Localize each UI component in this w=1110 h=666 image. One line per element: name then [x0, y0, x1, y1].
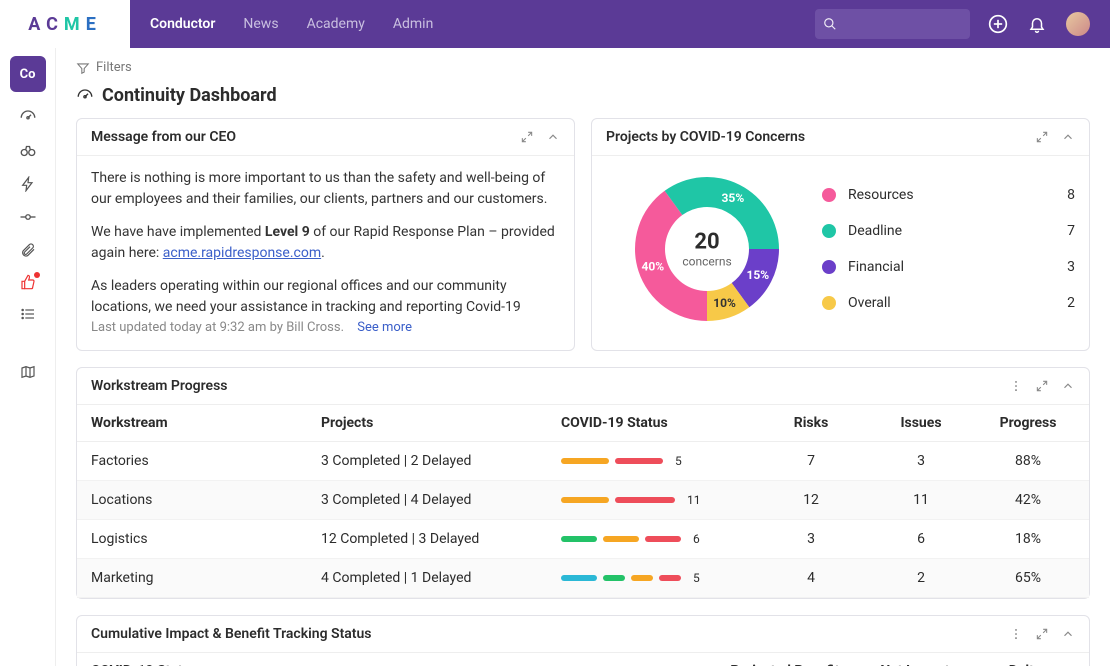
chevron-up-icon[interactable]: [1061, 627, 1075, 641]
nav-conductor[interactable]: Conductor: [150, 16, 215, 32]
legend-item: Resources8: [822, 177, 1075, 213]
legend-item: Deadline7: [822, 213, 1075, 249]
card-title: Message from our CEO: [91, 129, 508, 145]
thumbs-up-icon[interactable]: [20, 274, 36, 290]
concerns-chart-card: Projects by COVID-19 Concerns 40% 35% 15% 1…: [591, 118, 1090, 351]
binoculars-icon[interactable]: [19, 142, 37, 160]
nav-admin[interactable]: Admin: [393, 16, 433, 32]
top-nav: Conductor News Academy Admin: [150, 16, 433, 32]
expand-icon[interactable]: [1035, 379, 1049, 393]
message-footer: Last updated today at 9:32 am by Bill Cr…: [77, 320, 574, 347]
svg-text:35%: 35%: [722, 191, 745, 205]
filter-icon: [76, 61, 90, 75]
add-button[interactable]: [988, 14, 1008, 34]
card-title: Cumulative Impact & Benefit Tracking Sta…: [91, 626, 997, 642]
bell-icon[interactable]: [1028, 15, 1046, 33]
message-body: There is nothing is more important to us…: [77, 156, 574, 320]
more-icon[interactable]: [1009, 379, 1023, 393]
main-area: Filters Continuity Dashboard Message fro…: [56, 48, 1110, 666]
paperclip-icon[interactable]: [20, 242, 36, 258]
filters-button[interactable]: Filters: [76, 60, 1090, 75]
map-icon[interactable]: [20, 364, 36, 380]
expand-icon[interactable]: [520, 130, 534, 144]
card-title: Workstream Progress: [91, 378, 997, 394]
search-input[interactable]: [815, 9, 970, 39]
svg-text:10%: 10%: [713, 296, 736, 310]
chart-legend: Resources8Deadline7Financial3Overall2: [822, 177, 1075, 321]
see-more-link[interactable]: See more: [357, 320, 412, 335]
donut-chart: 40%35%15%10% 20 concerns: [622, 164, 792, 334]
expand-icon[interactable]: [1035, 130, 1049, 144]
chevron-up-icon[interactable]: [1061, 130, 1075, 144]
impact-card: Cumulative Impact & Benefit Tracking Sta…: [76, 615, 1090, 666]
chevron-up-icon[interactable]: [546, 130, 560, 144]
expand-icon[interactable]: [1035, 627, 1049, 641]
left-rail: Co: [0, 48, 56, 666]
nav-news[interactable]: News: [243, 16, 278, 32]
chevron-up-icon[interactable]: [1061, 379, 1075, 393]
impact-header: COVID-19 Status Projected Benefit Net Im…: [77, 653, 1089, 666]
card-title: Projects by COVID-19 Concerns: [606, 129, 1023, 145]
nav-academy[interactable]: Academy: [307, 16, 365, 32]
bolt-icon[interactable]: [20, 176, 36, 192]
search-icon: [823, 17, 837, 31]
top-bar: ACME Conductor News Academy Admin: [0, 0, 1110, 48]
avatar[interactable]: [1066, 12, 1090, 36]
more-icon[interactable]: [1009, 627, 1023, 641]
ceo-message-card: Message from our CEO There is nothing is…: [76, 118, 575, 351]
gauge-icon[interactable]: [19, 108, 37, 126]
page-title: Continuity Dashboard: [76, 85, 1090, 106]
workstream-card: Workstream Progress Workstream Projects …: [76, 367, 1090, 599]
gauge-icon: [76, 87, 94, 105]
svg-text:40%: 40%: [641, 260, 664, 274]
commit-icon[interactable]: [19, 208, 37, 226]
logo: ACME: [0, 0, 130, 48]
rapid-response-link[interactable]: acme.rapidresponse.com: [163, 245, 321, 261]
rail-app-badge[interactable]: Co: [10, 56, 46, 92]
legend-item: Overall2: [822, 285, 1075, 321]
legend-item: Financial3: [822, 249, 1075, 285]
table-row[interactable]: Locations 3 Completed | 4 Delayed 11 12 …: [77, 481, 1089, 520]
list-icon[interactable]: [20, 306, 36, 322]
svg-text:15%: 15%: [746, 268, 769, 282]
table-row[interactable]: Marketing 4 Completed | 1 Delayed 5 4 2 …: [77, 559, 1089, 598]
table-row[interactable]: Factories 3 Completed | 2 Delayed 5 7 3 …: [77, 442, 1089, 481]
table-header: Workstream Projects COVID-19 Status Risk…: [77, 405, 1089, 442]
table-row[interactable]: Logistics 12 Completed | 3 Delayed 6 3 6…: [77, 520, 1089, 559]
